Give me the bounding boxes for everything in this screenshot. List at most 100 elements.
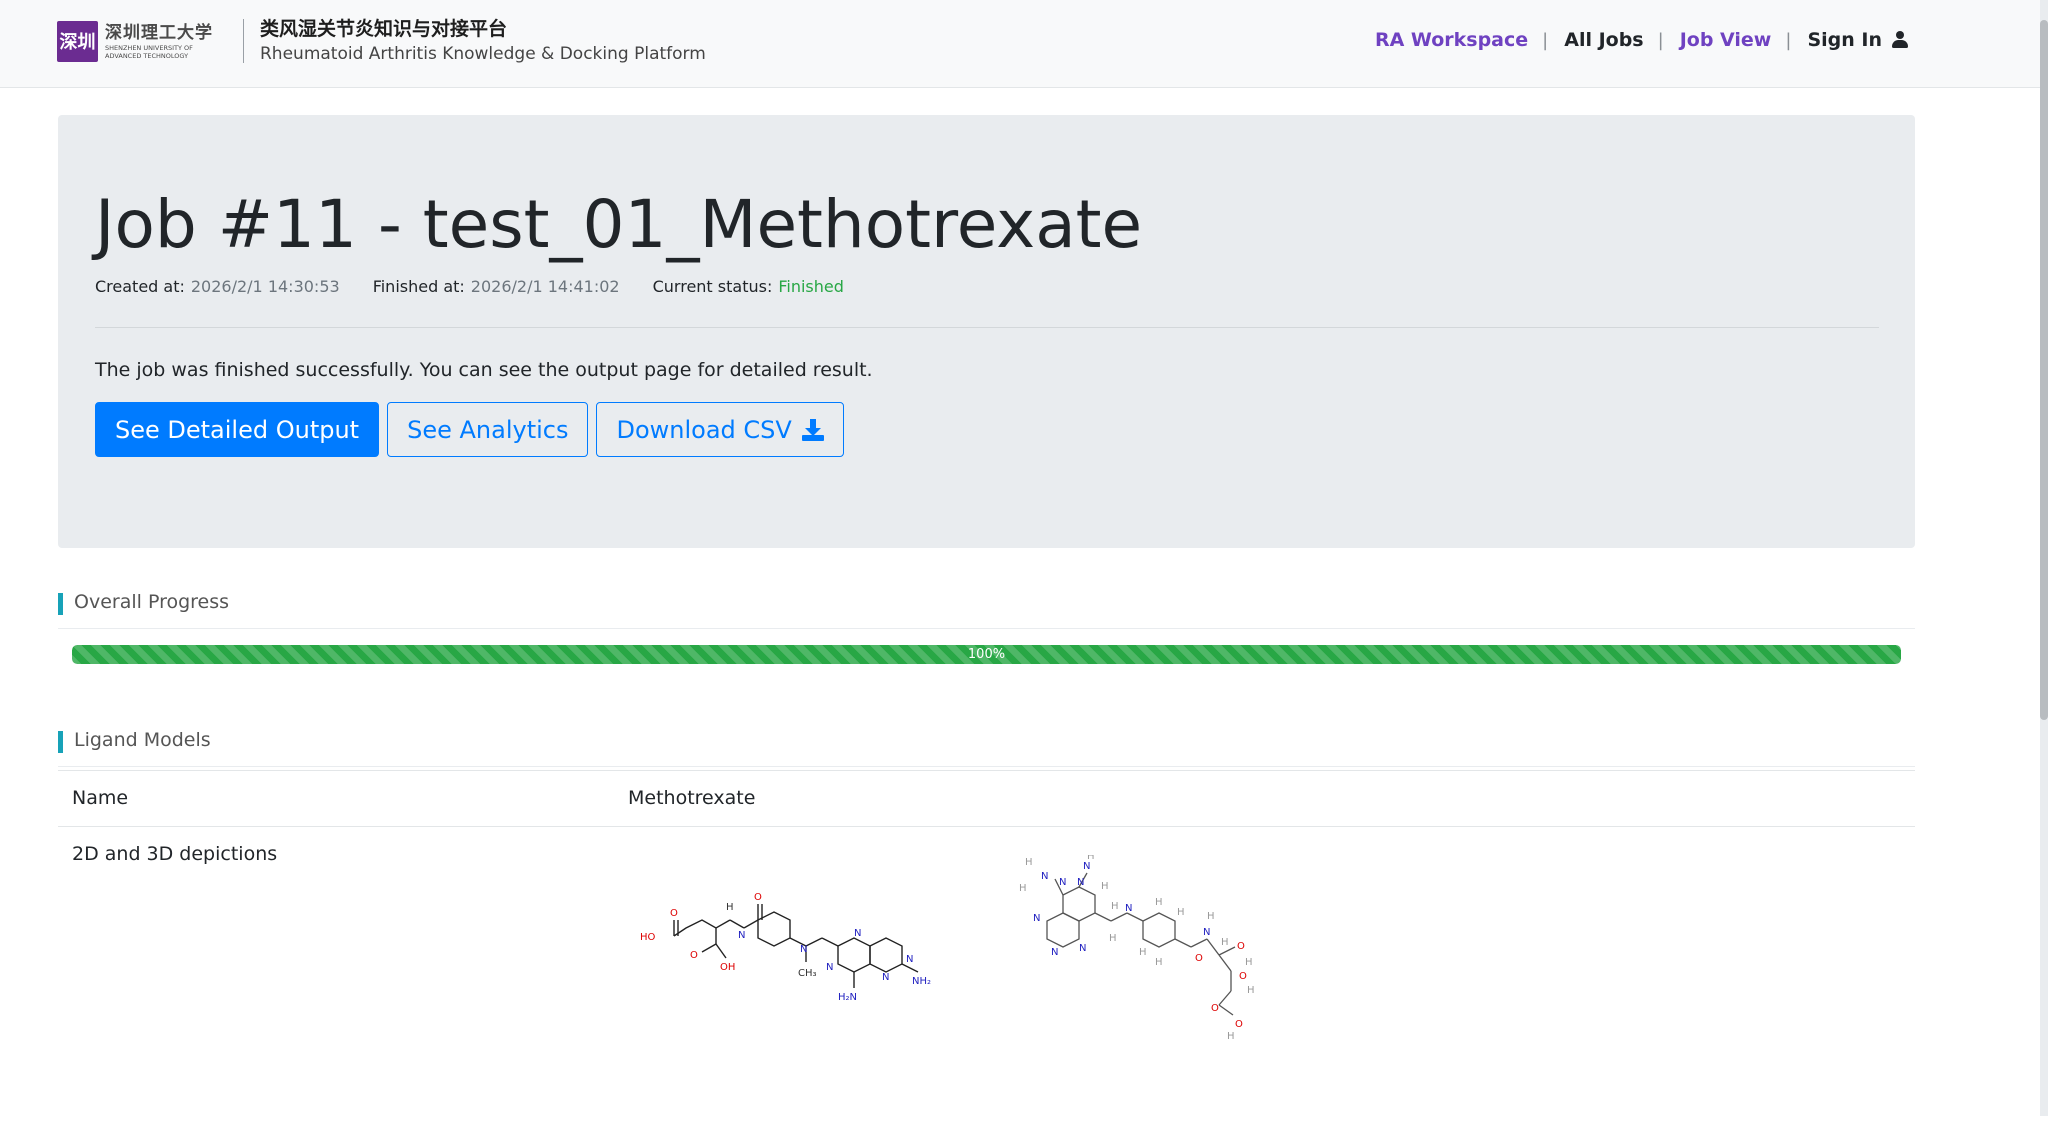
platform-title: 类风湿关节炎知识与对接平台 Rheumatoid Arthritis Knowl…: [260, 16, 706, 66]
svg-text:N: N: [854, 928, 861, 939]
svg-text:H: H: [1101, 881, 1109, 892]
svg-text:N: N: [1059, 877, 1066, 888]
divider: [95, 327, 1879, 328]
svg-text:O: O: [690, 950, 698, 961]
svg-text:H: H: [1227, 1031, 1235, 1042]
nav-links: RA Workspace | All Jobs | Job View | Sig…: [1375, 26, 1908, 54]
svg-text:N: N: [738, 930, 745, 941]
university-name-en-1: SHENZHEN UNIVERSITY OF: [105, 44, 193, 52]
svg-text:H: H: [1245, 957, 1253, 968]
ligand-models-title: Ligand Models: [74, 729, 211, 751]
university-name-cn: 深圳理工大学: [105, 23, 213, 43]
svg-text:OH: OH: [720, 962, 735, 973]
svg-text:O: O: [754, 892, 762, 903]
job-summary-panel: Job #11 - test_01_Methotrexate Created a…: [58, 115, 1915, 548]
svg-text:N: N: [826, 962, 833, 973]
svg-text:H: H: [1019, 883, 1027, 894]
table-row: Name Methotrexate: [58, 770, 1915, 827]
user-icon[interactable]: [1892, 31, 1908, 49]
nav-sign-in[interactable]: Sign In: [1807, 29, 1882, 51]
svg-text:O: O: [1195, 953, 1203, 964]
finished-label: Finished at:: [372, 277, 465, 296]
ligand-name-key: Name: [58, 770, 614, 827]
svg-text:O: O: [1237, 941, 1245, 952]
svg-text:H: H: [1247, 985, 1255, 996]
progress-label: 100%: [967, 647, 1006, 662]
nav-all-jobs[interactable]: All Jobs: [1564, 29, 1643, 51]
svg-text:H: H: [1025, 857, 1033, 868]
see-analytics-label: See Analytics: [407, 415, 569, 444]
status-label: Current status:: [652, 277, 773, 296]
svg-text:CH₃: CH₃: [798, 968, 817, 979]
page-scrollbar[interactable]: [2040, 0, 2048, 1116]
job-message: The job was finished successfully. You c…: [95, 359, 873, 381]
svg-text:O: O: [1235, 1019, 1243, 1030]
overall-progress-title: Overall Progress: [74, 591, 230, 613]
status-badge: Finished: [778, 277, 844, 296]
brand[interactable]: 深圳 深圳理工大学 SHENZHEN UNIVERSITY OF ADVANCE…: [57, 17, 706, 65]
svg-text:O: O: [1211, 1003, 1219, 1014]
svg-text:H: H: [1139, 947, 1147, 958]
created-value: 2026/2/1 14:30:53: [190, 277, 340, 296]
nav-separator: |: [1785, 29, 1792, 51]
svg-text:H: H: [1087, 855, 1095, 862]
svg-text:HO: HO: [640, 932, 656, 943]
platform-title-en: Rheumatoid Arthritis Knowledge & Docking…: [260, 44, 706, 64]
download-csv-label: Download CSV: [616, 415, 792, 444]
svg-text:N: N: [1083, 861, 1090, 872]
nav-ra-workspace[interactable]: RA Workspace: [1375, 29, 1528, 51]
svg-text:N: N: [1125, 903, 1132, 914]
action-buttons: See Detailed Output See Analytics Downlo…: [95, 402, 852, 457]
brand-divider: [243, 19, 244, 63]
molecule-3d-depiction: N N N N N N N N N O O O O O H H H H H H …: [1019, 855, 1255, 1042]
svg-text:NH₂: NH₂: [912, 976, 931, 987]
download-csv-button[interactable]: Download CSV: [596, 402, 844, 457]
university-name-en-2: ADVANCED TECHNOLOGY: [105, 52, 189, 60]
svg-text:N: N: [800, 944, 807, 955]
nav-job-view[interactable]: Job View: [1680, 29, 1772, 51]
finished-value: 2026/2/1 14:41:02: [470, 277, 620, 296]
nav-separator: |: [1542, 29, 1549, 51]
overall-progress-heading: Overall Progress: [58, 589, 1915, 629]
svg-text:N: N: [1033, 913, 1040, 924]
svg-text:O: O: [670, 908, 678, 919]
university-logo-icon: 深圳: [57, 20, 98, 62]
see-detailed-output-button[interactable]: See Detailed Output: [95, 402, 380, 457]
ligand-name-value: Methotrexate: [614, 770, 1915, 827]
top-navbar: 深圳 深圳理工大学 SHENZHEN UNIVERSITY OF ADVANCE…: [0, 0, 2048, 88]
svg-text:N: N: [1051, 947, 1058, 958]
svg-text:H: H: [1221, 937, 1229, 948]
page-title: Job #11 - test_01_Methotrexate: [95, 186, 1143, 263]
svg-text:H: H: [1109, 933, 1117, 944]
section-accent-bar: [58, 731, 63, 753]
svg-text:H: H: [1177, 907, 1185, 918]
svg-text:N: N: [1079, 943, 1086, 954]
svg-text:H: H: [1207, 911, 1215, 922]
svg-text:N: N: [1203, 927, 1210, 938]
svg-text:O: O: [1239, 971, 1247, 982]
progress-track: 100%: [72, 645, 1901, 664]
svg-text:N: N: [1041, 871, 1048, 882]
progress-bar: 100%: [72, 645, 1901, 664]
svg-text:H₂N: H₂N: [838, 992, 857, 1003]
nav-separator: |: [1657, 29, 1664, 51]
scrollbar-thumb[interactable]: [2040, 20, 2048, 720]
svg-text:H: H: [1155, 897, 1163, 908]
see-detailed-output-label: See Detailed Output: [115, 415, 360, 444]
svg-text:N: N: [882, 972, 889, 983]
ligand-models-heading: Ligand Models: [58, 727, 1915, 767]
section-accent-bar: [58, 593, 63, 615]
download-icon: [801, 418, 824, 441]
university-logo-text: 深圳理工大学 SHENZHEN UNIVERSITY OF ADVANCED T…: [105, 22, 225, 60]
platform-title-cn: 类风湿关节炎知识与对接平台: [260, 18, 508, 40]
molecule-2d-depiction: O HO O OH H N O N CH₃ N N H₂N N N NH₂: [640, 892, 931, 1003]
svg-text:H: H: [1155, 957, 1163, 968]
svg-text:H: H: [726, 902, 734, 913]
svg-text:H: H: [1111, 901, 1119, 912]
depictions-key: 2D and 3D depictions: [58, 826, 614, 1127]
svg-text:N: N: [906, 954, 913, 965]
see-analytics-button[interactable]: See Analytics: [387, 402, 589, 457]
job-meta: Created at: 2026/2/1 14:30:53 Finished at…: [95, 277, 877, 296]
svg-text:N: N: [1077, 877, 1084, 888]
created-label: Created at:: [95, 277, 185, 296]
